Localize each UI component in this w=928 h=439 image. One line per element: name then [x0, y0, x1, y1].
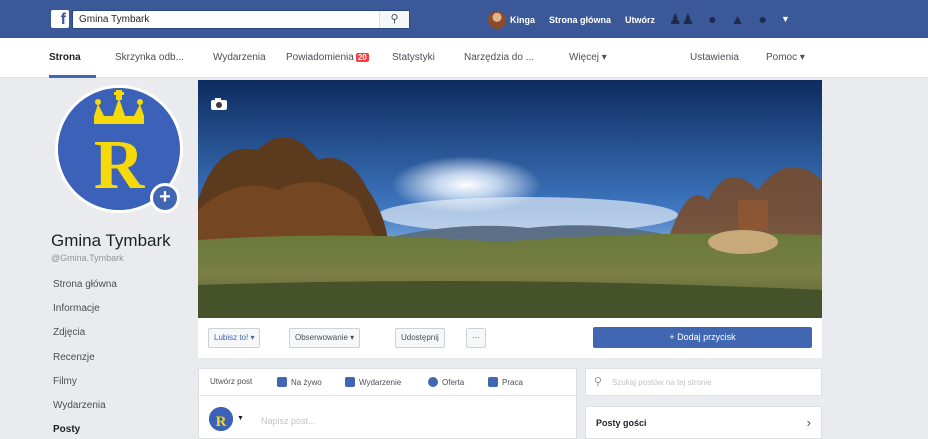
page-title: Gmina Tymbark	[51, 231, 171, 250]
add-button-cta[interactable]: + Dodaj przycisk	[593, 327, 812, 348]
page-tabs-bar: Strona Skrzynka odb... Wydarzenia Powiad…	[0, 38, 928, 78]
tab-more[interactable]: Więcej ▾	[569, 52, 607, 63]
svg-text:R: R	[216, 414, 227, 430]
top-right-nav: Kinga Strona główna Utwórz ♟♟ ● ▲ ● ▼	[488, 10, 804, 29]
page-posts-search[interactable]: ⚲ Szukaj postów na tej stronie	[585, 368, 822, 396]
add-profile-photo-button[interactable]: +	[150, 183, 180, 213]
camera-glyph	[211, 98, 227, 110]
live-video-icon	[277, 377, 287, 387]
sidebar-item-videos[interactable]: Filmy	[53, 375, 117, 399]
messenger-icon[interactable]: ●	[708, 10, 716, 29]
svg-text:R: R	[94, 127, 146, 204]
composer-tabs: Utwórz post Na żywo Wydarzenie Oferta Pr…	[199, 369, 576, 396]
notifications-badge: 20	[355, 53, 369, 62]
chevron-down-icon[interactable]: ▼	[237, 415, 244, 422]
sidebar-item-photos[interactable]: Zdjęcia	[53, 326, 117, 350]
composer-tab-job-label: Praca	[502, 377, 523, 387]
calendar-icon	[345, 377, 355, 387]
sidebar-item-home[interactable]: Strona główna	[53, 278, 117, 302]
user-avatar[interactable]	[488, 10, 506, 29]
composer-tab-offer-label: Oferta	[442, 377, 465, 387]
follow-page-button[interactable]: Obserwowanie ▾	[289, 328, 361, 348]
briefcase-icon	[488, 377, 498, 387]
composer-tab-event-label: Wydarzenie	[359, 377, 402, 387]
facebook-logo-icon[interactable]: f	[51, 10, 69, 28]
tab-help[interactable]: Pomoc ▾	[766, 52, 805, 63]
sidebar-item-reviews[interactable]: Recenzje	[53, 351, 117, 375]
sidebar-item-about[interactable]: Informacje	[53, 302, 117, 326]
global-search-input[interactable]	[73, 11, 373, 28]
tab-inbox[interactable]: Skrzynka odb...	[115, 52, 184, 63]
friends-icon[interactable]: ♟♟	[669, 10, 694, 29]
tab-notifications[interactable]: Powiadomienia 20	[286, 52, 369, 63]
composer-tab-event[interactable]: Wydarzenie	[345, 377, 401, 387]
share-page-button[interactable]: Udostępnij	[395, 328, 445, 348]
global-search-box: ⚲	[72, 10, 410, 29]
search-icon: ⚲	[594, 376, 603, 388]
active-tab-indicator	[49, 75, 96, 78]
profile-link[interactable]: Kinga	[510, 15, 535, 25]
top-navigation-bar: f ⚲ Kinga Strona główna Utwórz ♟♟ ● ▲ ● …	[0, 0, 928, 38]
camera-icon[interactable]	[210, 97, 228, 111]
tab-settings[interactable]: Ustawienia	[690, 52, 739, 63]
composer-tab-live-label: Na żywo	[291, 377, 322, 387]
composer-page-avatar[interactable]: R	[209, 407, 233, 431]
help-icon[interactable]: ●	[758, 10, 766, 29]
offer-tag-icon	[428, 377, 438, 387]
sidebar-item-posts[interactable]: Posty	[53, 423, 117, 439]
composer-tab-live[interactable]: Na żywo	[277, 377, 322, 387]
tab-insights[interactable]: Statystyki	[392, 52, 435, 63]
notifications-icon[interactable]: ▲	[731, 10, 745, 29]
like-page-button[interactable]: Lubisz to! ▾	[208, 328, 261, 348]
cover-photo[interactable]	[198, 80, 822, 318]
chevron-right-icon[interactable]: ›	[807, 415, 811, 430]
tab-events[interactable]: Wydarzenia	[213, 52, 266, 63]
page-username[interactable]: @Gmina.Tymbark	[51, 253, 124, 263]
page-sidebar-menu: Strona główna Informacje Zdjęcia Recenzj…	[53, 278, 117, 439]
cover-landscape-image	[198, 80, 822, 318]
page-search-placeholder: Szukaj postów na tej stronie	[612, 378, 712, 387]
tab-publishing-tools[interactable]: Narzędzia do ...	[464, 52, 534, 63]
more-options-button[interactable]: ···	[466, 328, 486, 348]
create-link[interactable]: Utwórz	[625, 15, 655, 25]
home-link[interactable]: Strona główna	[549, 15, 611, 25]
account-menu-icon[interactable]: ▼	[781, 10, 790, 29]
guest-posts-panel[interactable]: Posty gości ›	[585, 406, 822, 439]
composer-tab-create-post[interactable]: Utwórz post	[210, 377, 252, 386]
mini-emblem-graphic: R	[209, 407, 233, 431]
tab-notifications-label: Powiadomienia	[286, 52, 354, 63]
page-actions-bar: Lubisz to! ▾ Obserwowanie ▾ Udostępnij ·…	[198, 318, 822, 358]
guest-posts-title: Posty gości	[596, 418, 647, 428]
sidebar-item-events[interactable]: Wydarzenia	[53, 399, 117, 423]
composer-tab-create-post-label: Utwórz post	[210, 377, 253, 386]
write-post-input[interactable]: Napisz post...	[261, 416, 316, 426]
composer-tab-job[interactable]: Praca	[488, 377, 523, 387]
tab-strona[interactable]: Strona	[49, 52, 81, 63]
post-composer: Utwórz post Na żywo Wydarzenie Oferta Pr…	[198, 368, 577, 439]
search-icon[interactable]: ⚲	[379, 11, 409, 28]
composer-tab-offer[interactable]: Oferta	[428, 377, 464, 387]
